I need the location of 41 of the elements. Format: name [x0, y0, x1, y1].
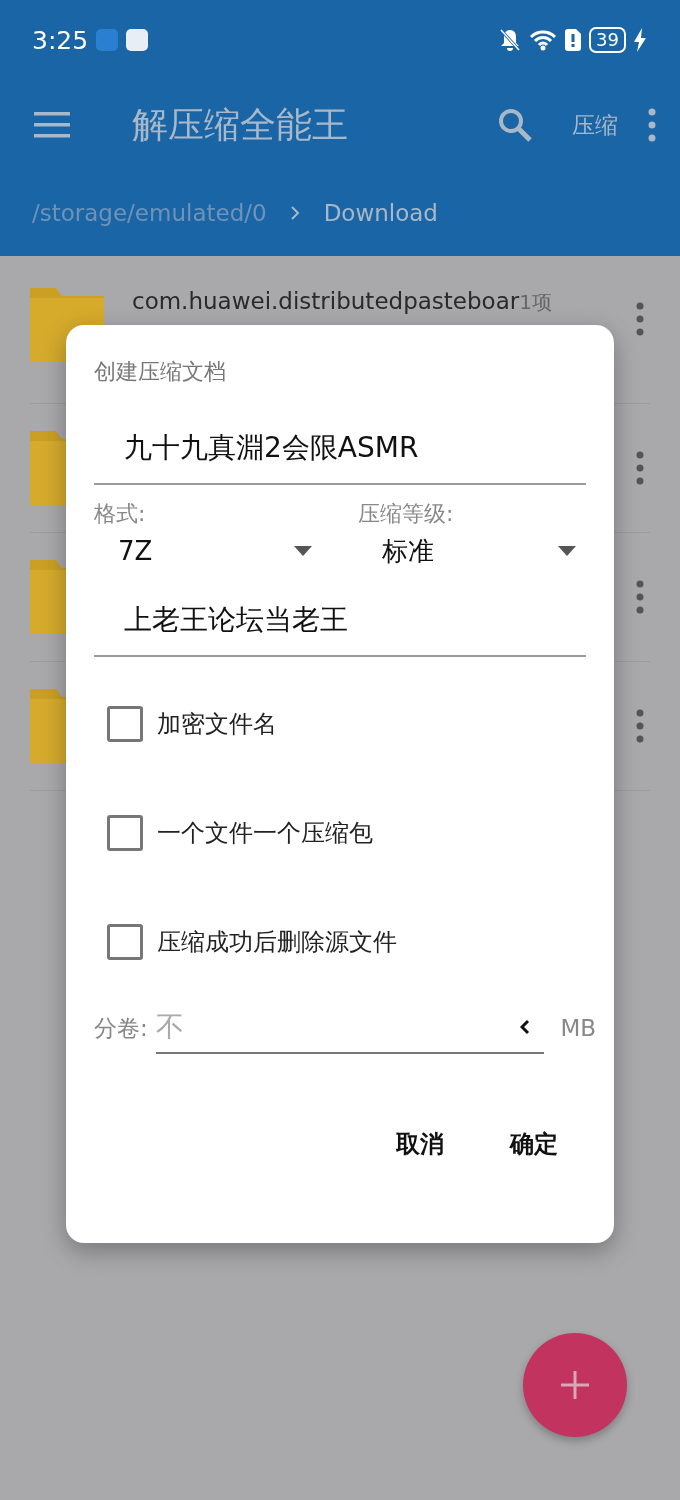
- charging-icon: [634, 28, 646, 52]
- dialog-button[interactable]: 确定: [502, 1120, 566, 1168]
- option-label: 压缩成功后删除源文件: [157, 926, 397, 958]
- status-time: 3:25: [32, 25, 89, 55]
- file-name: com.huawei.distributedpasteboar: [132, 288, 520, 314]
- app-notification-icon: [96, 29, 119, 51]
- chevron-right-icon: [290, 206, 300, 220]
- battery-level: 39: [589, 27, 626, 53]
- dropdown-arrow-icon: [294, 546, 312, 556]
- unit-label: MB: [560, 1015, 596, 1041]
- dropdown[interactable]: 标准: [358, 529, 586, 573]
- dialog-title: 创建压缩文档: [94, 358, 227, 386]
- bell-off-icon: [499, 28, 522, 52]
- plus-icon: [561, 1371, 589, 1399]
- dialog-button[interactable]: 取消: [388, 1120, 452, 1168]
- menu-icon[interactable]: [34, 112, 70, 138]
- app-title: 解压缩全能王: [132, 102, 349, 147]
- archive-name-field[interactable]: 九十九真淵2会限ASMR: [94, 413, 586, 485]
- checkbox[interactable]: [107, 923, 143, 960]
- item-count: 1项: [519, 289, 552, 316]
- more-icon[interactable]: [636, 451, 644, 485]
- split-label: 分卷:: [94, 1013, 148, 1043]
- dropdown[interactable]: 7Z: [94, 529, 322, 573]
- option-label: 一个文件一个压缩包: [157, 817, 373, 849]
- checkbox[interactable]: [107, 814, 143, 851]
- search-icon[interactable]: [498, 108, 532, 142]
- picker-label: 格式:: [94, 501, 146, 526]
- more-icon[interactable]: [636, 709, 644, 743]
- option-label: 加密文件名: [157, 708, 277, 740]
- picker-label: 压缩等级:: [358, 501, 454, 526]
- dropdown-arrow-icon: [558, 546, 576, 556]
- more-icon[interactable]: [636, 302, 644, 336]
- add-button[interactable]: [523, 1333, 627, 1437]
- chevron-left-icon[interactable]: [520, 1019, 531, 1035]
- sim-alert-icon: [565, 29, 582, 51]
- password-field[interactable]: 上老王论坛当老王: [94, 585, 586, 657]
- app-notification-icon: [126, 29, 149, 51]
- checkbox[interactable]: [107, 705, 143, 742]
- wifi-icon: [529, 29, 558, 51]
- more-icon[interactable]: [648, 108, 656, 142]
- more-icon[interactable]: [636, 580, 644, 614]
